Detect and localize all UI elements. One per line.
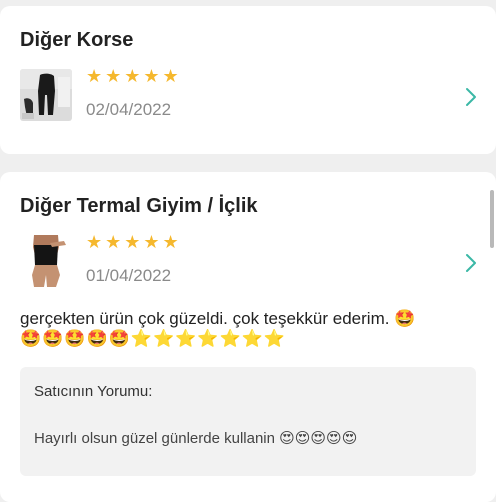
review-date: 02/04/2022	[86, 100, 172, 119]
scrollbar[interactable]	[490, 190, 494, 248]
review-card[interactable]: Diğer Termal Giyim / İçlik ★★★★★ 01/04/2…	[0, 172, 496, 502]
seller-reply-label: Satıcının Yorumu:	[34, 383, 153, 400]
product-thumbnail[interactable]	[20, 69, 72, 121]
review-date: 01/04/2022	[86, 266, 172, 285]
product-thumbnail[interactable]	[20, 235, 72, 287]
review-card[interactable]: Diğer Korse ★★★★★ 02/04/2022	[0, 6, 496, 154]
seller-reply-box: Satıcının Yorumu: Hayırlı olsun güzel gü…	[20, 367, 476, 476]
review-emoji-line: 🤩🤩🤩🤩🤩⭐⭐⭐⭐⭐⭐⭐	[20, 329, 287, 348]
rating-stars: ★★★★★	[86, 66, 182, 86]
product-category-title: Diğer Termal Giyim / İçlik	[20, 195, 258, 217]
seller-reply-text: Hayırlı olsun güzel günlerde kullanin 😍😍…	[34, 430, 358, 447]
chevron-right-icon[interactable]	[464, 253, 478, 273]
product-category-title: Diğer Korse	[20, 29, 134, 51]
rating-stars: ★★★★★	[86, 232, 182, 252]
chevron-right-icon[interactable]	[464, 87, 478, 107]
